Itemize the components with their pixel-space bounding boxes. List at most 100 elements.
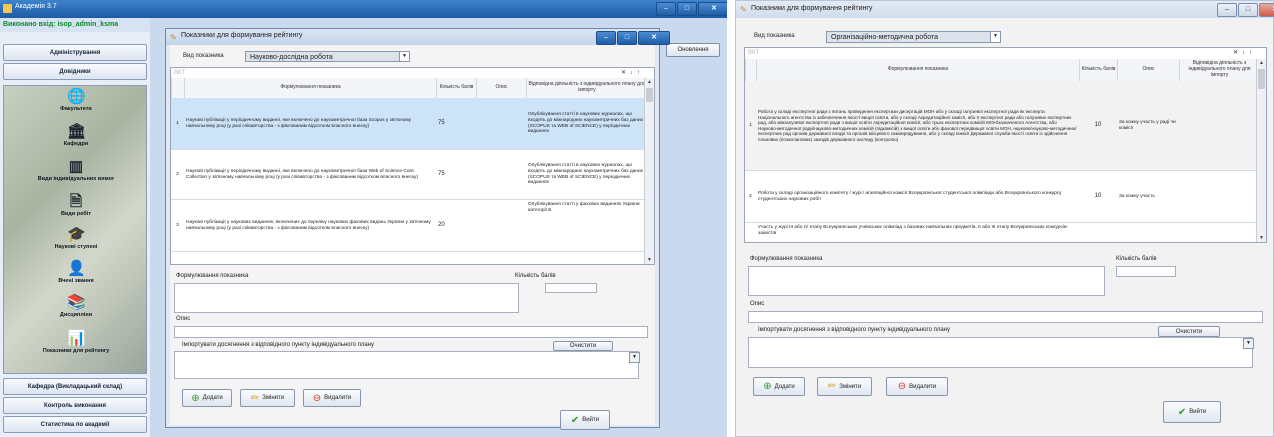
menu-execution-control[interactable]: Контроль виконання — [3, 397, 147, 414]
col-activity[interactable]: Відповідна діяльність з індивідуального … — [526, 78, 647, 98]
formulation-input[interactable] — [174, 283, 519, 313]
scroll-up-icon[interactable]: ▲ — [645, 78, 654, 86]
table-row[interactable]: 2 Наукові публікації у періодичному вида… — [171, 150, 645, 200]
minimize-icon[interactable]: – — [596, 31, 616, 45]
refresh-button[interactable]: Оновлення — [666, 43, 720, 57]
clear-filter-icon[interactable]: ✕ — [621, 70, 630, 76]
col-points[interactable]: Кількість балів — [436, 78, 476, 98]
nav-panel: 🌐 Факультети 🏛 Кафедри ▥ Види індивідуал… — [3, 85, 147, 374]
globe-icon: 🌐 — [67, 88, 86, 105]
description-input[interactable] — [748, 311, 1263, 323]
nav-label: Дисципліни — [59, 312, 93, 318]
scroll-thumb[interactable] — [646, 88, 653, 102]
table-scrollbar[interactable]: ▲ ▼ — [1256, 59, 1266, 242]
nav-work-types[interactable]: 🗎 Види робіт — [4, 193, 146, 217]
scroll-thumb[interactable] — [1258, 69, 1265, 89]
delete-button[interactable]: ⊖ Видалити — [886, 377, 948, 396]
nav-departments[interactable]: 🏛 Кафедри — [4, 123, 146, 147]
exit-button[interactable]: ✔ Вийти — [560, 410, 610, 430]
close-icon[interactable]: ✕ — [1259, 3, 1274, 17]
arrow-down-icon[interactable]: ↓ — [630, 70, 637, 76]
chevron-down-icon[interactable]: ▼ — [1243, 338, 1254, 349]
plus-icon: ⊕ — [191, 392, 200, 404]
delete-button[interactable]: ⊖ Видалити — [303, 389, 361, 407]
table-row[interactable]: Участь у журі III або IV етапу Всеукраїн… — [745, 223, 1257, 242]
col-points[interactable]: Кількість балів — [1079, 59, 1117, 81]
description-label: Опис — [750, 301, 765, 307]
kind-select[interactable]: Організаційно-методична робота ▼ — [826, 31, 1001, 43]
nav-degrees[interactable]: 🎓 Наукові ступені — [4, 226, 146, 250]
table-row[interactable]: 2 Робота у складі організаційного коміте… — [745, 171, 1257, 223]
menu-academy-statistics[interactable]: Статистика по академії — [3, 416, 147, 433]
document-icon: 🗎 — [69, 193, 83, 210]
close-icon[interactable]: ✕ — [698, 2, 730, 16]
import-activity-box[interactable] — [748, 337, 1253, 368]
nav-faculties[interactable]: 🌐 Факультети — [4, 88, 146, 112]
minus-icon: ⊖ — [897, 381, 907, 392]
minimize-icon[interactable]: – — [1217, 3, 1237, 17]
maximize-icon[interactable]: □ — [1238, 3, 1258, 17]
dialog-titlebar: ✎ Показники для формування рейтингу – □ … — [166, 29, 670, 45]
import-activity-box[interactable] — [174, 351, 639, 379]
description-input[interactable] — [174, 326, 648, 338]
arrow-up-icon[interactable]: ↑ — [1249, 50, 1256, 56]
nav-academic-titles[interactable]: 👤 Вчені звання — [4, 260, 146, 284]
formulation-input[interactable] — [748, 266, 1105, 296]
close-icon[interactable]: ✕ — [638, 31, 670, 45]
table-row[interactable]: 1 Робота у складі експертної ради з пита… — [745, 81, 1257, 171]
col-description[interactable]: Опис — [476, 78, 526, 98]
add-button[interactable]: ⊕ Додати — [753, 377, 805, 396]
nav-disciplines[interactable]: 📚 Дисципліни — [4, 294, 146, 318]
minimize-icon[interactable]: – — [656, 2, 676, 16]
kind-select[interactable]: Науково-дослідна робота ▼ — [245, 51, 410, 62]
exit-button[interactable]: ✔ Вийти — [1163, 401, 1221, 423]
clear-button[interactable]: Очистити — [553, 341, 613, 351]
scroll-down-icon[interactable]: ▼ — [1257, 234, 1266, 242]
dialog-title: Показники для формування рейтингу — [751, 5, 873, 12]
col-description[interactable]: Опис — [1117, 59, 1179, 81]
col-formulation[interactable]: Формулювання показника — [184, 78, 436, 98]
arrow-up-icon[interactable]: ↑ — [637, 70, 644, 76]
app-titlebar: Академія 3.7 – □ ✕ — [0, 0, 730, 18]
maximize-icon[interactable]: □ — [617, 31, 637, 45]
nav-requirement-types[interactable]: ▥ Види індивідуальних вимог — [4, 158, 146, 182]
import-label: Імпортувати досягнення з відповідного пу… — [182, 342, 374, 348]
points-input[interactable] — [545, 283, 597, 293]
books-icon: 📚 — [67, 294, 86, 311]
menu-directories[interactable]: Довідники — [3, 63, 147, 80]
chevron-down-icon[interactable]: ▼ — [629, 352, 640, 363]
checkmark-icon: ✔ — [1177, 406, 1187, 418]
table-row[interactable]: 3 Наукові публікації у наукових виданнях… — [171, 200, 645, 252]
pencil-icon: ✎ — [170, 33, 177, 42]
col-formulation[interactable]: Формулювання показника — [756, 59, 1079, 81]
edit-button[interactable]: ✏ Змінити — [240, 389, 295, 407]
table-header: Формулювання показника Кількість балів О… — [745, 59, 1257, 82]
table-scrollbar[interactable]: ▲ ▼ — [644, 78, 654, 264]
menu-department-staff[interactable]: Кафедра (Викладацький склад) — [3, 378, 147, 395]
points-input[interactable] — [1116, 266, 1176, 277]
add-button[interactable]: ⊕ Додати — [182, 389, 232, 407]
edit-button[interactable]: ✏ Змінити — [817, 377, 872, 396]
rating-indicators-dialog: ✎ Показники для формування рейтингу – □ … — [165, 28, 670, 430]
filter-input[interactable]: ВКТ — [748, 50, 759, 56]
filter-input[interactable]: ВКТ — [174, 70, 185, 76]
dialog-titlebar: ✎ Показники для формування рейтингу – □ … — [736, 1, 1274, 18]
scroll-up-icon[interactable]: ▲ — [1257, 59, 1266, 67]
clear-filter-icon[interactable]: ✕ — [1233, 50, 1242, 56]
pencil-icon: ✏ — [250, 392, 260, 404]
points-label: Кількість балів — [1116, 256, 1157, 262]
col-activity[interactable]: Відповідна діяльність з індивідуального … — [1179, 59, 1259, 81]
app-title: Академія 3.7 — [15, 3, 57, 10]
maximize-icon[interactable]: □ — [677, 2, 697, 16]
import-label: Імпортувати досягнення з відповідного пу… — [758, 327, 950, 333]
nav-label: Види індивідуальних вимог — [37, 176, 115, 182]
app-window: Академія 3.7 – □ ✕ Виконано вхід: isop_a… — [0, 0, 730, 437]
scroll-down-icon[interactable]: ▼ — [645, 256, 654, 264]
chevron-down-icon: ▼ — [990, 32, 1000, 42]
clear-button[interactable]: Очистити — [1158, 326, 1220, 337]
menu-administration[interactable]: Адміністрування — [3, 44, 147, 61]
nav-rating-indicators[interactable]: 📊 Показники для рейтингу — [4, 330, 146, 354]
table-row[interactable]: 1 Наукові публікації у періодичному вида… — [171, 98, 645, 150]
dialog-title: Показники для формування рейтингу — [181, 32, 303, 39]
arrow-down-icon[interactable]: ↓ — [1242, 50, 1249, 56]
